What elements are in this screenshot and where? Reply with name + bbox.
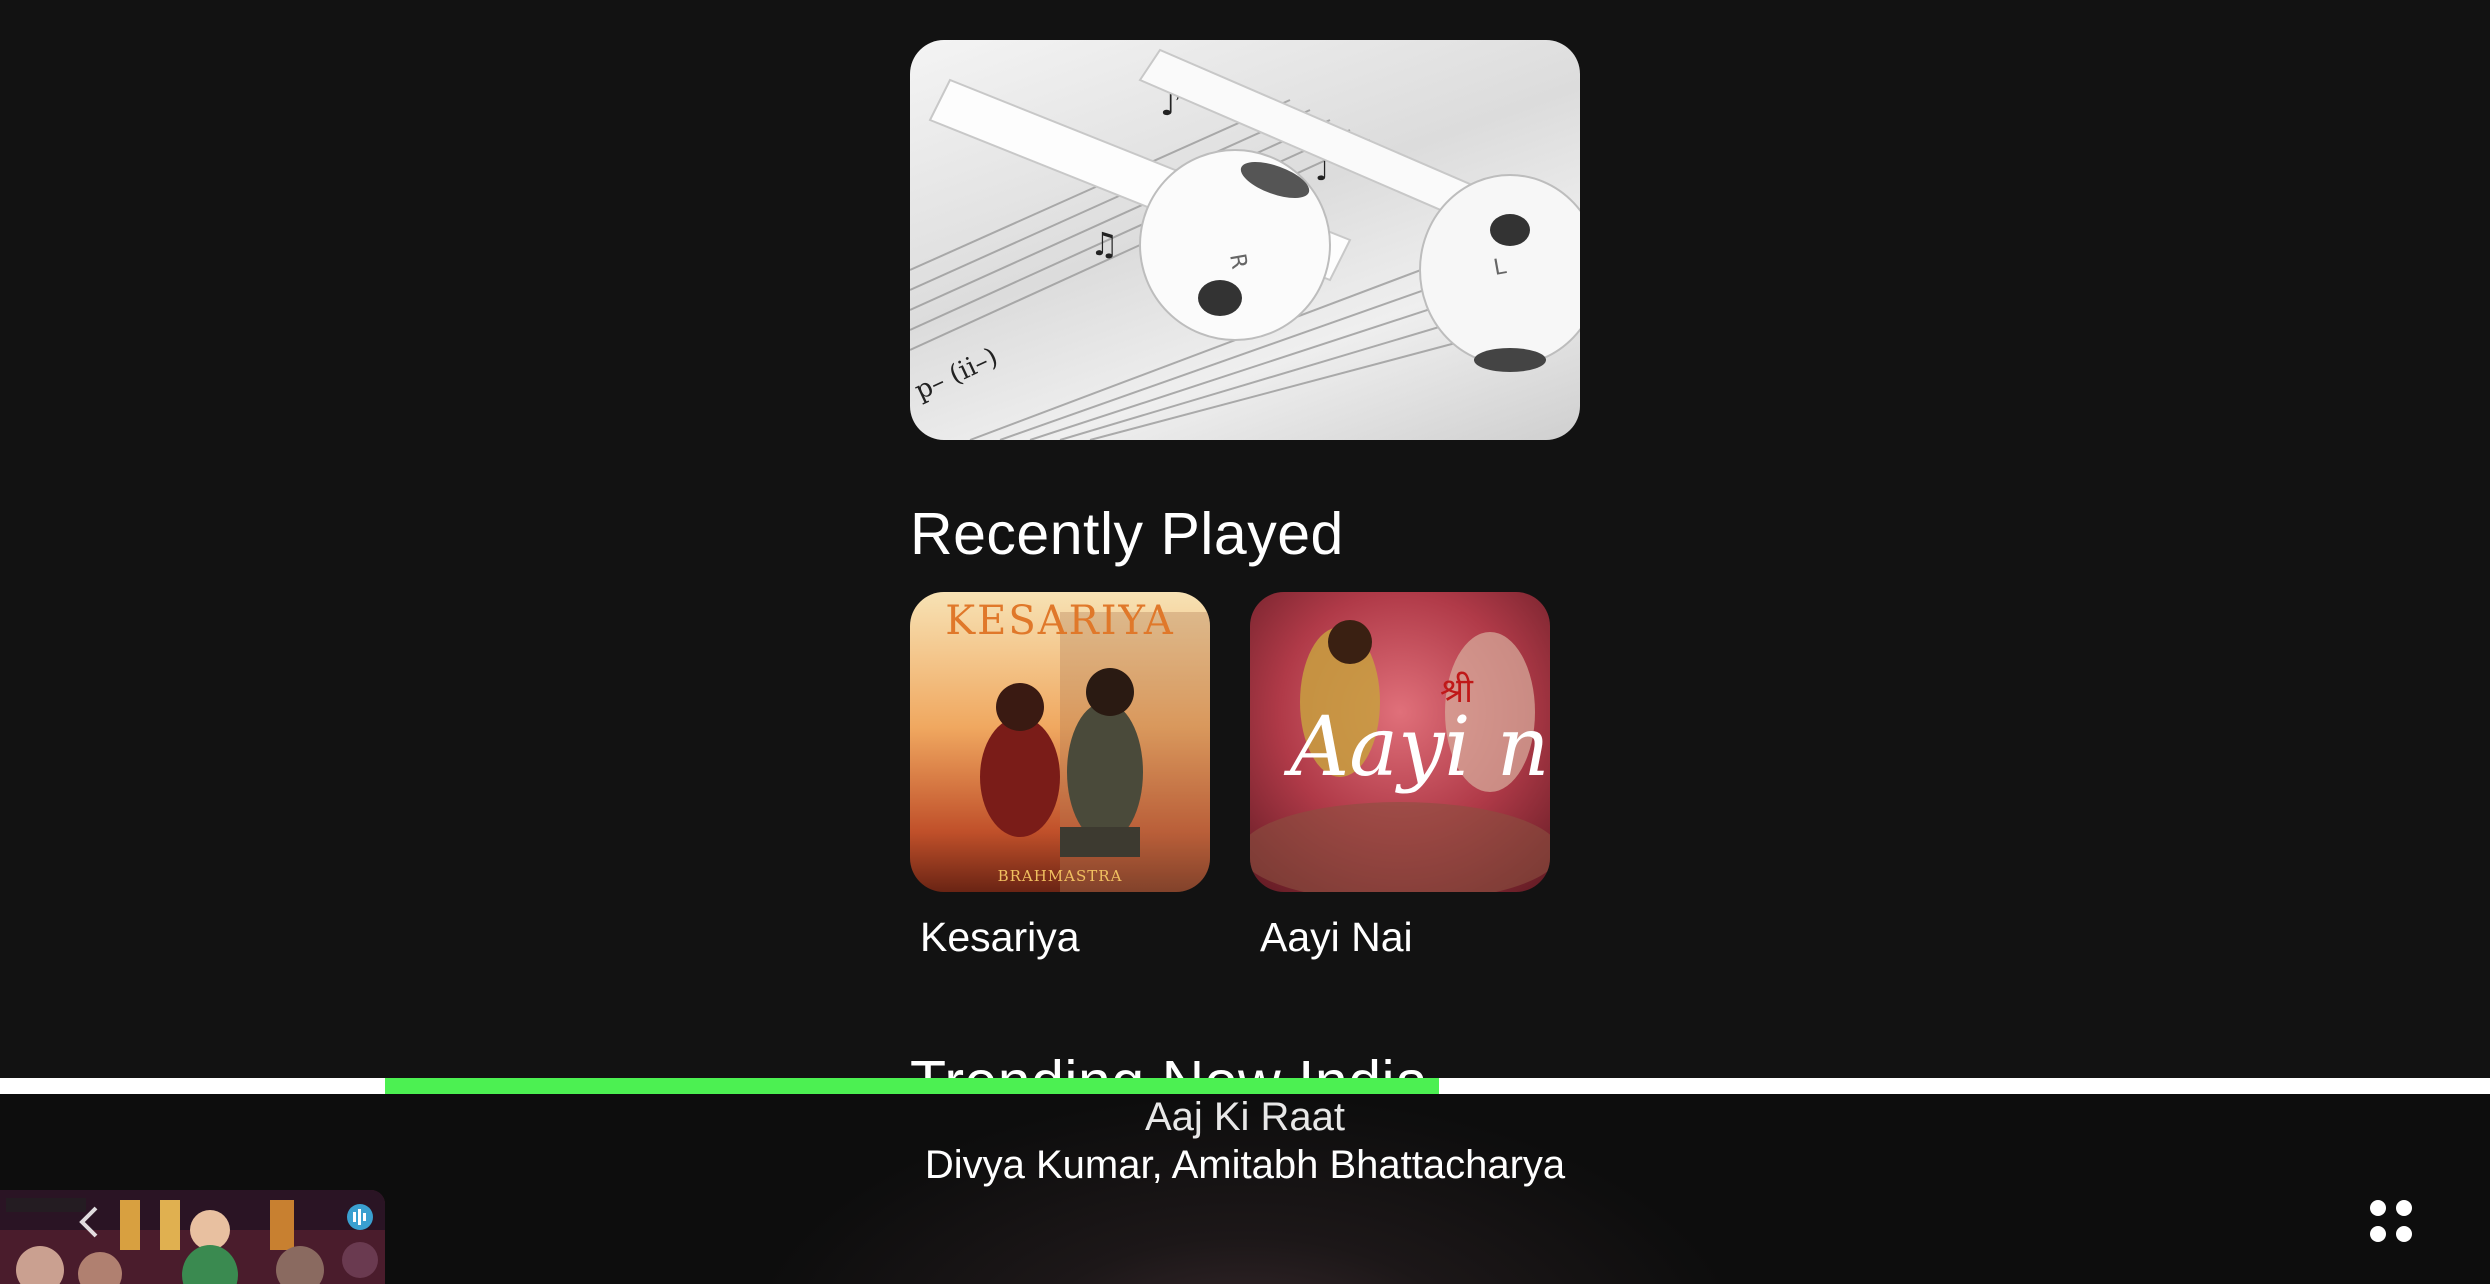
- svg-text:♫: ♫: [1090, 225, 1119, 263]
- main-scroll-content[interactable]: ♪ ♩ ♫ p– (ii–) R L Recently Played KESAR…: [0, 0, 2490, 1080]
- earbuds-image: ♪ ♩ ♫ p– (ii–) R L: [910, 48, 1580, 440]
- playback-progress-fill: [385, 1078, 1439, 1094]
- album-art: KESARIYA BRAHMASTRA: [910, 592, 1210, 892]
- svg-text:p– (ii–): p– (ii–): [910, 342, 1002, 406]
- now-playing-artwork[interactable]: [0, 1190, 385, 1284]
- recently-played-heading: Recently Played: [910, 501, 1344, 567]
- playback-progress-bar[interactable]: [0, 1078, 2490, 1094]
- album-art-subtitle: BRAHMASTRA: [997, 867, 1123, 885]
- hero-banner-image[interactable]: ♪ ♩ ♫ p– (ii–) R L: [910, 40, 1580, 440]
- recent-item-label: Aayi Nai: [1260, 914, 1413, 960]
- album-art-title: Aayi na: [1290, 700, 1550, 795]
- trending-heading: Trending Now India: [910, 1048, 1428, 1080]
- album-art: श्री Aayi na: [1250, 592, 1550, 892]
- chevron-left-icon: [79, 1206, 98, 1238]
- now-playing-artist: Divya Kumar, Amitabh Bhattacharya: [924, 1143, 1566, 1187]
- now-playing-title: Aaj Ki Raat: [1144, 1095, 1346, 1139]
- album-art-title: KESARIYA: [945, 598, 1175, 644]
- recent-item-label: Kesariya: [920, 914, 1080, 960]
- recent-item-aayi-nai[interactable]: श्री Aayi na Aayi Nai: [1250, 592, 1550, 961]
- music-label-logo-icon: [347, 1204, 373, 1230]
- recent-item-kesariya[interactable]: KESARIYA BRAHMASTRA Kesariya: [910, 592, 1210, 961]
- grid-menu-icon[interactable]: [2370, 1200, 2414, 1244]
